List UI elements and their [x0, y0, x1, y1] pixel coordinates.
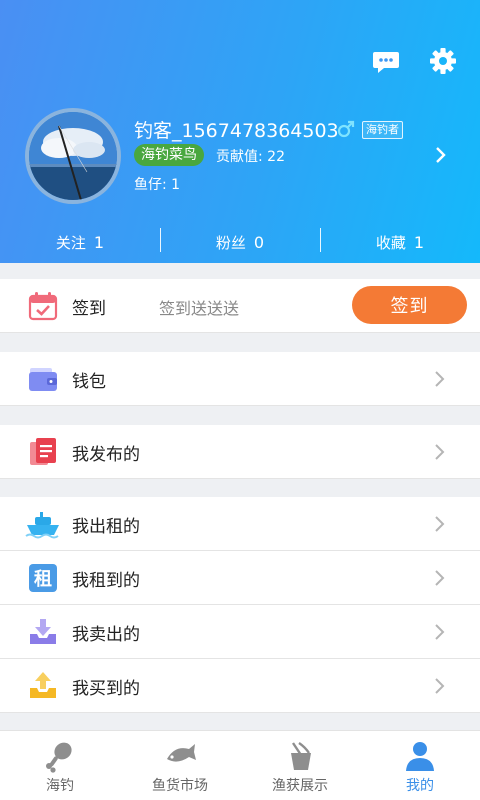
- stat-value: 1: [413, 232, 425, 252]
- menu-item-bought[interactable]: 我买到的: [0, 659, 480, 713]
- stat-fans[interactable]: 粉丝 0: [160, 224, 320, 260]
- profile-header: 钓客_1567478364503 海钓者 海钓菜鸟 贡献值: 22 鱼仔: 1 …: [0, 0, 480, 263]
- tab-fish-market[interactable]: 鱼货市场: [120, 731, 240, 800]
- stat-favorites[interactable]: 收藏 1: [320, 224, 480, 260]
- stat-label: 粉丝: [215, 233, 246, 252]
- chevron-right-icon: [435, 624, 445, 640]
- stat-following[interactable]: 关注 1: [0, 224, 160, 260]
- rent-icon: 租: [29, 564, 57, 592]
- rent-char: 租: [34, 568, 52, 590]
- chevron-right-icon: [435, 570, 445, 586]
- menu-label: 我发布的: [72, 445, 140, 465]
- menu-item-rented-out[interactable]: 我出租的: [0, 497, 480, 551]
- catch-bag-icon: [291, 742, 311, 770]
- checkin-label: 签到: [72, 299, 106, 319]
- person-icon: [406, 742, 434, 771]
- male-icon: [337, 120, 355, 138]
- chevron-right-icon: [435, 678, 445, 694]
- tab-catch-showcase[interactable]: 渔获展示: [240, 731, 360, 800]
- menu-item-wallet[interactable]: 钱包: [0, 352, 480, 406]
- menu-label: 钱包: [72, 372, 106, 392]
- fish-fry-count: 鱼仔: 1: [134, 177, 181, 193]
- settings-gear-icon[interactable]: [428, 46, 458, 76]
- checkin-button[interactable]: 签到: [352, 286, 467, 324]
- chevron-right-icon: [435, 444, 445, 460]
- role-badge: 海钓者: [362, 121, 403, 139]
- bottom-tab-bar: 海钓 鱼货市场 渔获展示 我的: [0, 730, 480, 800]
- drumstick-icon: [46, 742, 72, 773]
- stat-label: 收藏: [375, 233, 406, 252]
- tray-upload-icon: [30, 672, 56, 698]
- tray-download-icon: [30, 619, 56, 644]
- message-icon[interactable]: [371, 46, 401, 76]
- contribution-value: 贡献值: 22: [216, 149, 285, 165]
- avatar[interactable]: [25, 108, 121, 204]
- stats-bar: 关注 1 粉丝 0 收藏 1: [0, 224, 480, 260]
- boat-icon: [25, 512, 59, 539]
- tab-mine[interactable]: 我的: [360, 731, 480, 800]
- menu-label: 我租到的: [72, 571, 140, 591]
- level-badge: 海钓菜鸟: [134, 144, 204, 166]
- fish-icon: [167, 744, 196, 762]
- menu-label: 我买到的: [72, 679, 140, 699]
- tab-label: 鱼货市场: [152, 778, 208, 794]
- chevron-right-icon[interactable]: [432, 145, 450, 165]
- checkin-row: 签到 签到送送送 签到: [0, 279, 480, 333]
- tab-sea-fishing[interactable]: 海钓: [0, 731, 120, 800]
- documents-icon: [30, 438, 56, 465]
- divider: [320, 228, 321, 252]
- menu-item-rented-in[interactable]: 租 我租到的: [0, 551, 480, 605]
- stat-value: 1: [93, 232, 105, 252]
- stat-label: 关注: [55, 233, 86, 252]
- nickname: 钓客_1567478364503: [134, 120, 339, 142]
- stat-value: 0: [253, 232, 265, 252]
- menu-label: 我出租的: [72, 517, 140, 537]
- tab-label: 我的: [406, 778, 434, 794]
- menu-item-published[interactable]: 我发布的: [0, 425, 480, 479]
- tab-label: 海钓: [46, 778, 74, 794]
- menu-label: 我卖出的: [72, 625, 140, 645]
- tab-label: 渔获展示: [272, 778, 328, 794]
- checkin-subtitle: 签到送送送: [159, 299, 240, 318]
- divider: [160, 228, 161, 252]
- wallet-icon: [29, 368, 57, 391]
- chevron-right-icon: [435, 516, 445, 532]
- calendar-check-icon: [28, 292, 58, 321]
- menu-item-sold[interactable]: 我卖出的: [0, 605, 480, 659]
- chevron-right-icon: [435, 371, 445, 387]
